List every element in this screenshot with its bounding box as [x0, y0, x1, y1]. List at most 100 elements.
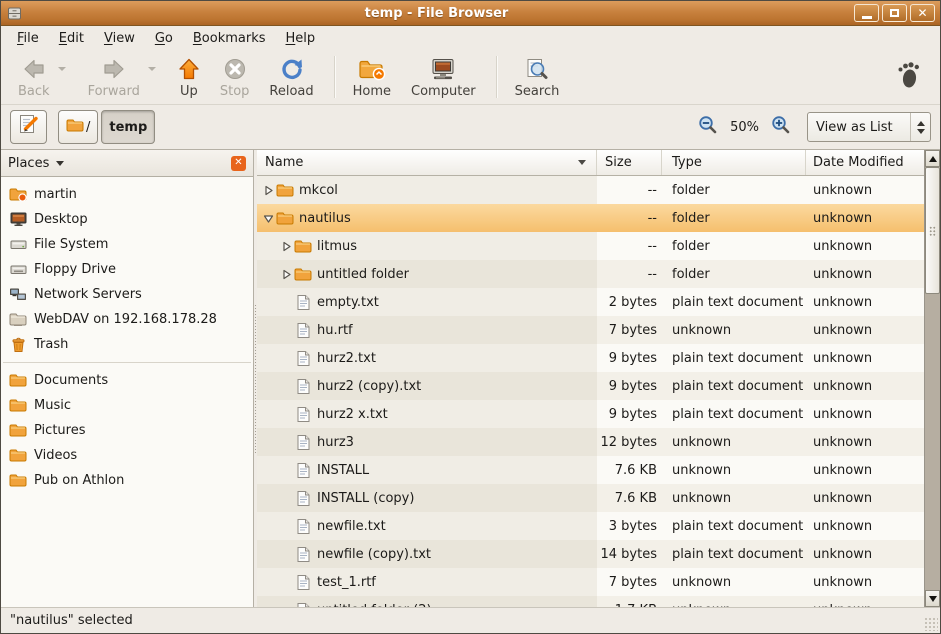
- sidebar-header[interactable]: Places ✕: [1, 150, 253, 177]
- root-folder-button[interactable]: /: [58, 110, 98, 144]
- vertical-scrollbar[interactable]: [924, 150, 940, 607]
- search-button[interactable]: Search: [506, 53, 569, 101]
- sidebar-item-pictures[interactable]: Pictures: [1, 418, 253, 443]
- list-header: Name Size Type Date Modified: [257, 150, 924, 176]
- cell-name: INSTALL (copy): [257, 484, 597, 512]
- menu-go[interactable]: Go: [145, 28, 183, 49]
- computer-button[interactable]: Computer: [402, 53, 485, 101]
- sidebar-item-label: Music: [34, 398, 71, 413]
- home-button[interactable]: Home: [344, 53, 400, 101]
- file-row-untitled-folder[interactable]: untitled folder--folderunknown: [257, 260, 924, 288]
- file-row-newfile-txt[interactable]: newfile.txt3 bytesplain text documentunk…: [257, 512, 924, 540]
- view-mode-value: View as List: [808, 113, 910, 141]
- cell-name: hurz2 (copy).txt: [257, 372, 597, 400]
- file-browser-window: temp - File Browser ✕ FileEditViewGoBook…: [0, 0, 941, 634]
- sidebar-item-videos[interactable]: Videos: [1, 443, 253, 468]
- file-row-mkcol[interactable]: mkcol--folderunknown: [257, 176, 924, 204]
- file-size: --: [597, 176, 662, 204]
- column-header-name[interactable]: Name: [257, 150, 597, 175]
- zoom-out-button[interactable]: [698, 115, 718, 139]
- menu-view[interactable]: View: [94, 28, 145, 49]
- sidebar-item-file-system[interactable]: File System: [1, 232, 253, 257]
- folder-icon: [66, 118, 84, 137]
- sidebar-item-pub-on-athlon[interactable]: Pub on Athlon: [1, 468, 253, 493]
- sidebar-close-button[interactable]: ✕: [231, 156, 246, 171]
- maximize-button[interactable]: [882, 4, 907, 22]
- view-mode-selector[interactable]: View as List: [807, 112, 931, 142]
- file-row-litmus[interactable]: litmus--folderunknown: [257, 232, 924, 260]
- scrollbar-trough[interactable]: [925, 294, 940, 590]
- path-button-temp[interactable]: temp: [101, 110, 155, 144]
- file-date-modified: unknown: [806, 204, 924, 232]
- menu-bookmarks[interactable]: Bookmarks: [183, 28, 276, 49]
- file-name: mkcol: [299, 183, 338, 198]
- sidebar-item-martin[interactable]: martin: [1, 182, 253, 207]
- column-header-date-modified[interactable]: Date Modified: [806, 150, 924, 175]
- spin-down-icon: [917, 129, 925, 134]
- file-date-modified: unknown: [806, 372, 924, 400]
- edit-location-button[interactable]: [10, 110, 47, 144]
- file-row-nautilus[interactable]: nautilus--folderunknown: [257, 204, 924, 232]
- folder-icon: [293, 267, 313, 282]
- expander-collapsed-icon[interactable]: [279, 241, 293, 252]
- menu-edit[interactable]: Edit: [49, 28, 94, 49]
- menu-help[interactable]: Help: [276, 28, 326, 49]
- scroll-down-button[interactable]: [925, 590, 940, 607]
- menu-file[interactable]: File: [7, 28, 49, 49]
- file-size: 9 bytes: [597, 400, 662, 428]
- close-button[interactable]: ✕: [910, 4, 935, 22]
- file-icon: [293, 434, 313, 451]
- sidebar-item-label: Documents: [34, 373, 108, 388]
- up-button[interactable]: Up: [169, 53, 209, 101]
- column-header-type[interactable]: Type: [662, 150, 806, 175]
- scroll-up-button[interactable]: [925, 150, 940, 167]
- back-history-dropdown: [55, 55, 69, 83]
- sidebar-item-documents[interactable]: Documents: [1, 368, 253, 393]
- file-row-install[interactable]: INSTALL7.6 KBunknownunknown: [257, 456, 924, 484]
- reload-button[interactable]: Reload: [260, 53, 322, 101]
- expander-expanded-icon[interactable]: [261, 213, 275, 224]
- file-row-hurz3[interactable]: hurz312 bytesunknownunknown: [257, 428, 924, 456]
- stop-button: Stop: [211, 53, 259, 101]
- resize-grip[interactable]: [924, 617, 938, 631]
- file-type: plain text document: [662, 540, 806, 568]
- home-label: Home: [353, 84, 391, 99]
- search-label: Search: [515, 84, 560, 99]
- titlebar[interactable]: temp - File Browser ✕: [1, 1, 940, 26]
- file-row-hurz2-txt[interactable]: hurz2.txt9 bytesplain text documentunkno…: [257, 344, 924, 372]
- view-mode-spin-arrows[interactable]: [910, 113, 930, 141]
- webdav-icon: [9, 312, 27, 327]
- minimize-button[interactable]: [854, 4, 879, 22]
- pane-resize-handle[interactable]: [254, 150, 257, 607]
- minimize-icon: [862, 16, 872, 19]
- file-row-hurz2-x-txt[interactable]: hurz2 x.txt9 bytesplain text documentunk…: [257, 400, 924, 428]
- file-row-empty-txt[interactable]: empty.txt2 bytesplain text documentunkno…: [257, 288, 924, 316]
- drive-icon: [9, 238, 27, 251]
- file-row-test-1-rtf[interactable]: test_1.rtf7 bytesunknownunknown: [257, 568, 924, 596]
- sidebar-item-music[interactable]: Music: [1, 393, 253, 418]
- sidebar-item-desktop[interactable]: Desktop: [1, 207, 253, 232]
- sidebar-item-label: Pub on Athlon: [34, 473, 124, 488]
- sidebar-item-floppy-drive[interactable]: Floppy Drive: [1, 257, 253, 282]
- window-title: temp - File Browser: [22, 6, 851, 21]
- column-header-size[interactable]: Size: [597, 150, 662, 175]
- file-date-modified: unknown: [806, 316, 924, 344]
- expander-collapsed-icon[interactable]: [261, 185, 275, 196]
- sidebar-item-trash[interactable]: Trash: [1, 332, 253, 357]
- file-row-untitled-folder-2[interactable]: untitled folder (2)1.7 KBunknownunknown: [257, 596, 924, 607]
- zoom-in-icon: [771, 124, 791, 139]
- cell-name: untitled folder (2): [257, 596, 597, 607]
- file-row-hu-rtf[interactable]: hu.rtf7 bytesunknownunknown: [257, 316, 924, 344]
- file-date-modified: unknown: [806, 428, 924, 456]
- file-list-view: Name Size Type Date Modified mkcol--fold…: [257, 150, 940, 607]
- scrollbar-thumb[interactable]: [925, 167, 940, 294]
- file-row-newfile-copy-txt[interactable]: newfile (copy).txt14 bytesplain text doc…: [257, 540, 924, 568]
- computer-icon: [429, 55, 457, 83]
- sidebar-item-webdav-on-192-168-178-28[interactable]: WebDAV on 192.168.178.28: [1, 307, 253, 332]
- zoom-in-button[interactable]: [771, 115, 791, 139]
- sidebar-item-network-servers[interactable]: Network Servers: [1, 282, 253, 307]
- file-row-hurz2-copy-txt[interactable]: hurz2 (copy).txt9 bytesplain text docume…: [257, 372, 924, 400]
- file-type: unknown: [662, 428, 806, 456]
- file-row-install-copy[interactable]: INSTALL (copy)7.6 KBunknownunknown: [257, 484, 924, 512]
- expander-collapsed-icon[interactable]: [279, 269, 293, 280]
